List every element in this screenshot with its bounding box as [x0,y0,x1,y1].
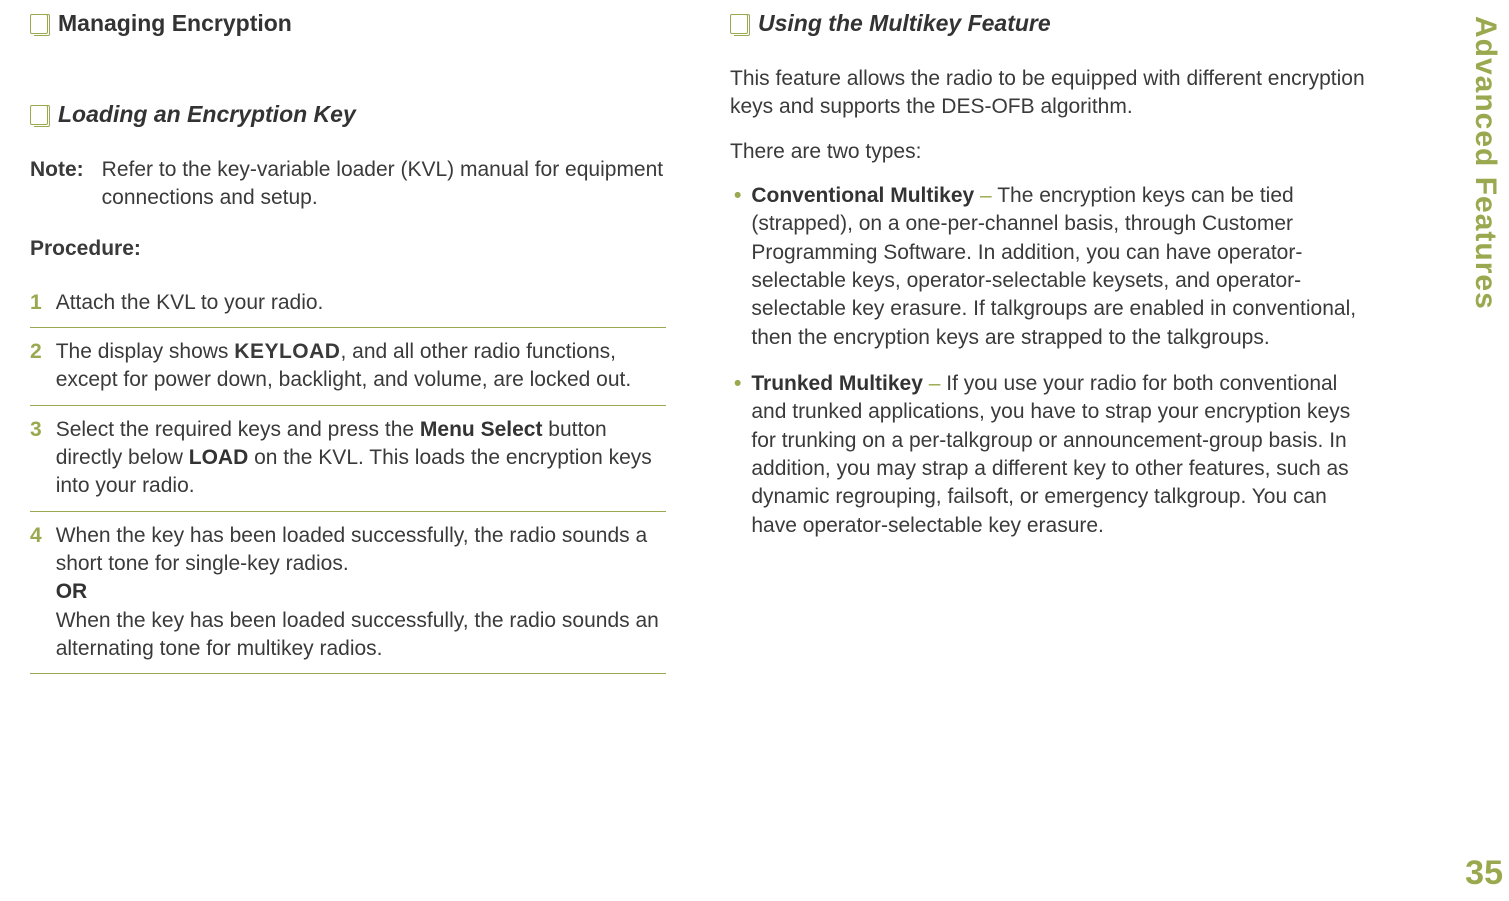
bullet-body: Trunked Multikey – If you use your radio… [751,370,1370,540]
bullet-item: • Trunked Multikey – If you use your rad… [730,370,1370,540]
step-2: 2 The display shows KEYLOAD, and all oth… [30,328,666,406]
section-title: Managing Encryption [58,10,292,37]
bold-text: Menu Select [420,418,543,441]
bold-text: LOAD [189,446,249,469]
code-text: KEYLOAD [234,340,340,363]
side-label: Advanced Features [1468,16,1502,310]
note-text: Refer to the key-variable loader (KVL) m… [102,156,670,213]
page-number: 35 [1465,854,1503,893]
page-body: Managing Encryption Loading an Encryptio… [0,0,1509,684]
subsection-heading-row: Loading an Encryption Key [30,101,670,128]
note-block: Note: Refer to the key-variable loader (… [30,156,670,213]
step-number: 4 [30,522,42,664]
step-number: 1 [30,289,42,317]
dash: – [923,372,946,395]
side-tab: Advanced Features [1461,0,1509,901]
step-1: 1 Attach the KVL to your radio. [30,279,666,328]
paragraph: There are two types: [730,138,1370,166]
dash: – [974,184,997,207]
right-column: Using the Multikey Feature This feature … [730,10,1370,674]
step-text: Attach the KVL to your radio. [56,289,324,317]
step-4: 4 When the key has been loaded successfu… [30,512,666,675]
text-fragment: Select the required keys and press the [56,418,420,441]
bullet-item: • Conventional Multikey – The encryption… [730,182,1370,352]
bullet-text: If you use your radio for both conventio… [751,372,1350,537]
section-heading-row: Managing Encryption [30,10,670,37]
step-number: 3 [30,416,42,501]
subsection-title: Loading an Encryption Key [58,101,356,128]
step-text: Select the required keys and press the M… [56,416,666,501]
bold-text: OR [56,580,88,603]
bullet-title: Trunked Multikey [751,372,923,395]
note-label: Note: [30,156,84,213]
paragraph: This feature allows the radio to be equi… [730,65,1370,122]
subsection-title: Using the Multikey Feature [758,10,1051,37]
book-icon [30,105,48,125]
subsection-heading-row: Using the Multikey Feature [730,10,1370,37]
text-fragment: When the key has been loaded successfull… [56,524,647,575]
bullet-text: The encryption keys can be tied (strappe… [751,184,1356,349]
book-icon [30,14,48,34]
left-column: Managing Encryption Loading an Encryptio… [30,10,670,674]
text-fragment: When the key has been loaded successfull… [56,609,659,660]
step-text: The display shows KEYLOAD, and all other… [56,338,666,395]
procedure-label: Procedure: [30,237,670,261]
bullet-dot-icon: • [734,370,741,540]
book-icon [730,14,748,34]
step-number: 2 [30,338,42,395]
bullet-dot-icon: • [734,182,741,352]
step-3: 3 Select the required keys and press the… [30,406,666,512]
step-text: When the key has been loaded successfull… [56,522,666,664]
text-fragment: The display shows [56,340,235,363]
bullet-title: Conventional Multikey [751,184,974,207]
bullet-body: Conventional Multikey – The encryption k… [751,182,1370,352]
